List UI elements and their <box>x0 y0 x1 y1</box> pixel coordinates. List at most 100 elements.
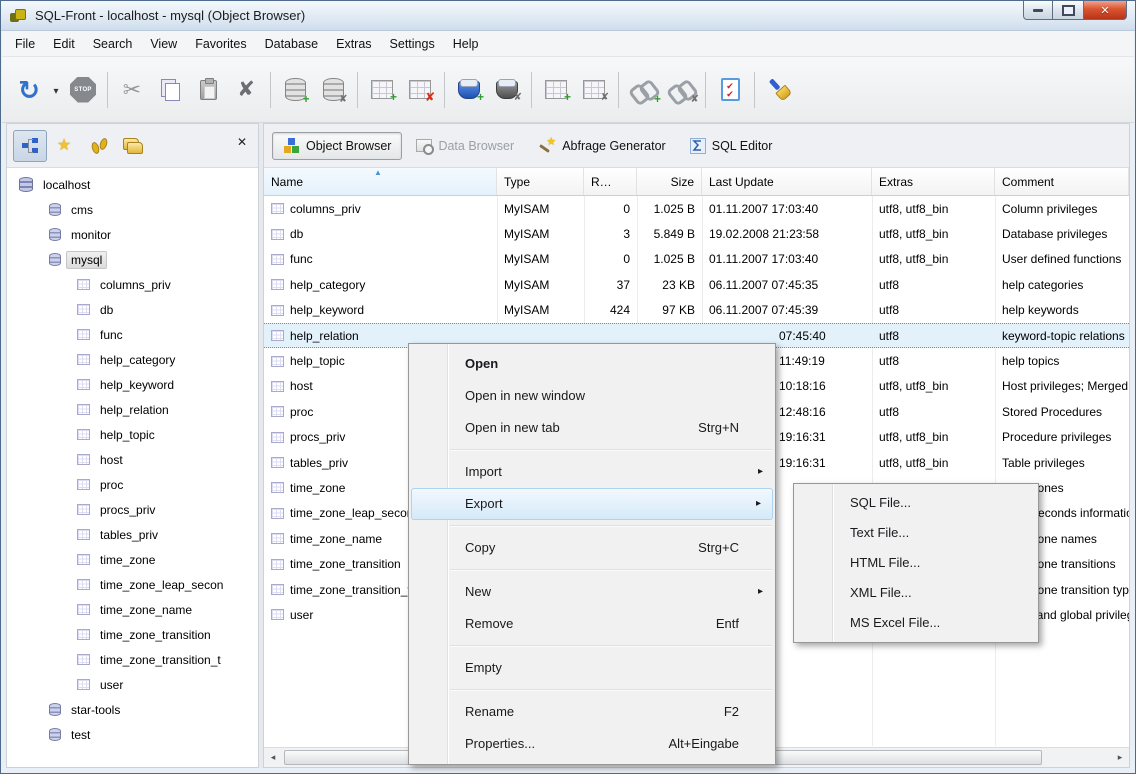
check-tables-button[interactable] <box>711 68 749 112</box>
tree-item[interactable]: cms <box>7 197 258 222</box>
tree-item[interactable]: time_zone_transition_t <box>7 647 258 672</box>
menubar-item[interactable]: Search <box>84 34 142 54</box>
cell-comment: Database privileges <box>995 227 1129 241</box>
tree-item[interactable]: time_zone <box>7 547 258 572</box>
table-row[interactable]: columns_priv MyISAM 0 1.025 B 01.11.2007… <box>264 196 1129 221</box>
context-menu-item[interactable]: Properties... Alt+Eingabe <box>409 728 775 760</box>
table-row[interactable]: db MyISAM 3 5.849 B 19.02.2008 21:23:58 … <box>264 221 1129 246</box>
minimize-button[interactable] <box>1023 1 1053 20</box>
tree-item[interactable]: host <box>7 447 258 472</box>
copy-button[interactable] <box>151 68 189 112</box>
tab-query-generator[interactable]: Abfrage Generator <box>528 133 676 159</box>
add-foreign-key-button[interactable] <box>624 68 662 112</box>
menubar-item[interactable]: Help <box>444 34 488 54</box>
stop-button[interactable] <box>64 68 102 112</box>
context-menu-item[interactable]: Import <box>409 456 775 488</box>
add-database-button[interactable] <box>276 68 314 112</box>
context-menu-item[interactable]: Empty <box>409 652 775 684</box>
cut-button[interactable] <box>113 68 151 112</box>
scroll-right-arrow-icon[interactable] <box>1111 748 1129 767</box>
table-row[interactable]: help_category MyISAM 37 23 KB 06.11.2007… <box>264 272 1129 297</box>
tree-item[interactable]: db <box>7 297 258 322</box>
context-menu-item[interactable]: Copy Strg+C <box>409 532 775 564</box>
submenu-item[interactable]: HTML File... <box>794 548 1038 578</box>
context-menu-item[interactable]: Open <box>409 348 775 380</box>
menubar-item[interactable]: View <box>141 34 186 54</box>
menubar-item[interactable]: Database <box>256 34 328 54</box>
tree-item[interactable]: proc <box>7 472 258 497</box>
drop-field-button[interactable] <box>575 68 613 112</box>
scroll-left-arrow-icon[interactable] <box>264 748 282 767</box>
column-header-records[interactable]: R… <box>584 168 637 195</box>
drop-index-button[interactable] <box>488 68 526 112</box>
tab-data-browser[interactable]: Data Browser <box>406 134 524 158</box>
folders-button[interactable] <box>115 130 149 162</box>
refresh-button[interactable] <box>10 68 48 112</box>
tree-item[interactable]: help_keyword <box>7 372 258 397</box>
maximize-button[interactable] <box>1053 1 1083 20</box>
column-header-extras[interactable]: Extras <box>872 168 995 195</box>
column-header-comment[interactable]: Comment <box>995 168 1129 195</box>
table-row[interactable]: help_keyword MyISAM 424 97 KB 06.11.2007… <box>264 298 1129 323</box>
tree-item[interactable]: time_zone_name <box>7 597 258 622</box>
tree-item[interactable]: help_relation <box>7 397 258 422</box>
drop-foreign-key-button[interactable] <box>662 68 700 112</box>
close-button[interactable] <box>1083 1 1127 20</box>
add-index-button[interactable] <box>450 68 488 112</box>
cell-last-update: 07:45:40 <box>702 329 872 343</box>
flush-button[interactable] <box>760 68 798 112</box>
context-menu-item[interactable]: Rename F2 <box>409 696 775 728</box>
table-row[interactable]: func MyISAM 0 1.025 B 01.11.2007 17:03:4… <box>264 247 1129 272</box>
context-menu-item[interactable]: Export <box>411 488 773 520</box>
tree-view-button[interactable] <box>13 130 47 162</box>
tree-item[interactable]: mysql <box>7 247 258 272</box>
history-button[interactable] <box>81 130 115 162</box>
delete-button[interactable] <box>227 68 265 112</box>
tree-item[interactable]: localhost <box>7 172 258 197</box>
context-menu-item[interactable]: New <box>409 576 775 608</box>
column-header-name[interactable]: Name <box>264 168 497 195</box>
context-menu-item[interactable]: Open in new tab Strg+N <box>409 412 775 444</box>
add-field-button[interactable] <box>537 68 575 112</box>
menubar-item[interactable]: Extras <box>327 34 380 54</box>
menubar-item[interactable]: Settings <box>381 34 444 54</box>
column-header-size[interactable]: Size <box>637 168 702 195</box>
paste-button[interactable] <box>189 68 227 112</box>
menubar-item[interactable]: Edit <box>44 34 84 54</box>
cell-extras: utf8 <box>872 278 995 292</box>
titlebar[interactable]: SQL-Front - localhost - mysql (Object Br… <box>1 1 1135 31</box>
refresh-dropdown-button[interactable] <box>48 68 64 112</box>
paste-icon <box>200 80 217 100</box>
tree-item[interactable]: tables_priv <box>7 522 258 547</box>
submenu-item[interactable]: SQL File... <box>794 488 1038 518</box>
drop-table-button[interactable] <box>401 68 439 112</box>
tree-item[interactable]: user <box>7 672 258 697</box>
context-menu-item[interactable]: Remove Entf <box>409 608 775 640</box>
column-header-type[interactable]: Type <box>497 168 584 195</box>
tree-item[interactable]: time_zone_transition <box>7 622 258 647</box>
tree-item[interactable]: time_zone_leap_secon <box>7 572 258 597</box>
tree-item[interactable]: help_category <box>7 347 258 372</box>
favorites-button[interactable] <box>47 130 81 162</box>
cubes-icon <box>283 138 300 154</box>
add-table-button[interactable] <box>363 68 401 112</box>
submenu-item[interactable]: XML File... <box>794 578 1038 608</box>
menubar-item[interactable]: Favorites <box>186 34 255 54</box>
menubar-item[interactable]: File <box>6 34 44 54</box>
tree-item[interactable]: procs_priv <box>7 497 258 522</box>
tab-sql-editor[interactable]: SQL Editor <box>680 133 783 159</box>
tab-object-browser[interactable]: Object Browser <box>272 132 402 160</box>
drop-database-button[interactable] <box>314 68 352 112</box>
context-menu-item[interactable]: Open in new window <box>409 380 775 412</box>
submenu-item[interactable]: Text File... <box>794 518 1038 548</box>
tree-item[interactable]: func <box>7 322 258 347</box>
column-header-last-update[interactable]: Last Update <box>702 168 872 195</box>
tree-item[interactable]: help_topic <box>7 422 258 447</box>
tree-item[interactable]: columns_priv <box>7 272 258 297</box>
sidebar-close-button[interactable] <box>232 132 252 152</box>
toolbar-separator <box>270 72 271 108</box>
tree-item[interactable]: test <box>7 722 258 747</box>
submenu-item[interactable]: MS Excel File... <box>794 608 1038 638</box>
tree-item[interactable]: monitor <box>7 222 258 247</box>
tree-item[interactable]: star-tools <box>7 697 258 722</box>
